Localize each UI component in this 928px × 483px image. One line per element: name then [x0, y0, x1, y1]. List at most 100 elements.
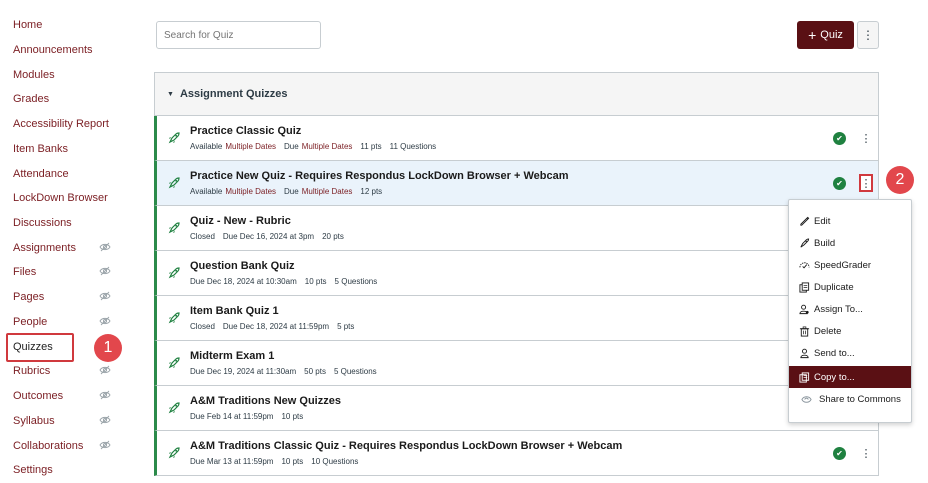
quiz-title-link[interactable]: Midterm Exam 1 [190, 350, 274, 362]
quiz-title-link[interactable]: A&M Traditions New Quizzes [190, 395, 341, 407]
rocket-icon [167, 221, 181, 235]
published-check-icon[interactable]: ✔ [833, 447, 846, 460]
sidebar-item-rubrics[interactable]: Rubrics [13, 361, 121, 381]
sidebar-item-label: Attendance [13, 168, 69, 180]
quiz-meta-text: 10 pts [281, 412, 304, 421]
quiz-title-link[interactable]: A&M Traditions Classic Quiz - Requires R… [190, 440, 622, 452]
quiz-row[interactable]: Quiz - New - Rubric Closed Due Dec 16, 202… [154, 206, 879, 251]
menu-item-share-to-commons[interactable]: Share to Commons [789, 388, 911, 410]
menu-item-edit[interactable]: Edit [789, 210, 911, 232]
sidebar-item-home[interactable]: Home [13, 15, 121, 35]
menu-item-assign-to[interactable]: Assign To... [789, 298, 911, 320]
sidebar-item-grades[interactable]: Grades [13, 89, 121, 109]
menu-item-label: Edit [814, 215, 831, 227]
sidebar-item-label: Syllabus [13, 415, 55, 427]
quiz-meta-date-link[interactable]: Multiple Dates [225, 187, 276, 196]
quiz-title-link[interactable]: Practice New Quiz - Requires Respondus L… [190, 170, 568, 182]
quizzes-options-button[interactable]: ⋮ [857, 21, 879, 49]
sidebar-item-announcements[interactable]: Announcements [13, 40, 121, 60]
quiz-title-link[interactable]: Practice Classic Quiz [190, 125, 301, 137]
published-check-icon[interactable]: ✔ [833, 177, 846, 190]
sidebar-item-label: Announcements [13, 44, 93, 56]
menu-item-label: Assign To... [814, 303, 863, 315]
kebab-icon: ⋮ [860, 447, 872, 460]
add-quiz-label: Quiz [820, 29, 843, 41]
quiz-meta-text: Due [284, 142, 299, 151]
callout-1: 1 [94, 334, 122, 362]
quiz-meta-text: 12 pts [360, 187, 383, 196]
published-check-icon[interactable]: ✔ [833, 132, 846, 145]
menu-item-delete[interactable]: Delete [789, 320, 911, 342]
rocket-icon [167, 356, 181, 370]
sidebar-item-assignments[interactable]: Assignments [13, 238, 121, 258]
copy-icon [799, 371, 810, 383]
quiz-title-link[interactable]: Item Bank Quiz 1 [190, 305, 279, 317]
sidebar-item-label: Collaborations [13, 440, 84, 452]
quiz-title-link[interactable]: Quiz - New - Rubric [190, 215, 291, 227]
assign-user-icon [799, 304, 809, 314]
quiz-row[interactable]: A&M Traditions New Quizzes Due Feb 14 at … [154, 386, 879, 431]
quiz-meta: Available Multiple Dates Due Multiple Dates… [190, 142, 436, 151]
search-input[interactable] [156, 21, 321, 49]
quiz-options-kebab-button[interactable]: ⋮ [859, 129, 873, 147]
hidden-eye-icon [99, 266, 111, 276]
sidebar-item-collaborations[interactable]: Collaborations [13, 436, 121, 456]
sidebar-item-syllabus[interactable]: Syllabus [13, 411, 121, 431]
menu-item-duplicate[interactable]: Duplicate [789, 276, 911, 298]
menu-item-build[interactable]: Build [789, 232, 911, 254]
quiz-meta-date-link[interactable]: Multiple Dates [302, 187, 353, 196]
sidebar-item-discussions[interactable]: Discussions [13, 213, 121, 233]
quiz-meta-text: 50 pts [304, 367, 326, 376]
quiz-meta: Closed Due Dec 16, 2024 at 3pm 20 pts [190, 232, 344, 241]
quiz-row[interactable]: Practice Classic Quiz Available Multiple D… [154, 116, 879, 161]
quiz-meta-text: 10 Questions [311, 457, 359, 466]
sidebar-item-item-banks[interactable]: Item Banks [13, 139, 121, 159]
hidden-eye-icon [99, 291, 111, 301]
quiz-options-kebab-button[interactable]: ⋮ [859, 174, 873, 192]
hidden-eye-icon [99, 415, 111, 425]
quiz-meta-text: 10 pts [304, 277, 327, 286]
sidebar-item-accessibility-report[interactable]: Accessibility Report [13, 114, 121, 134]
quiz-meta-text: Closed [190, 322, 215, 331]
rocket-icon [167, 131, 181, 145]
send-user-icon [800, 348, 809, 358]
sidebar-item-label: Accessibility Report [13, 118, 109, 130]
sidebar-item-pages[interactable]: Pages [13, 287, 121, 307]
hidden-eye-icon [99, 440, 111, 450]
sidebar-item-label: LockDown Browser [13, 192, 108, 204]
sidebar-item-files[interactable]: Files [13, 262, 121, 282]
trash-icon [799, 326, 810, 337]
sidebar-item-lockdown-browser[interactable]: LockDown Browser [13, 188, 121, 208]
quiz-meta: Due Feb 14 at 11:59pm 10 pts [190, 412, 303, 421]
quiz-row[interactable]: A&M Traditions Classic Quiz - Requires R… [154, 431, 879, 476]
add-quiz-button[interactable]: + Quiz [797, 21, 854, 49]
menu-item-copy-to[interactable]: Copy to... [789, 366, 911, 388]
menu-item-label: Duplicate [814, 281, 854, 293]
rocket-icon [167, 401, 181, 415]
quiz-row[interactable]: Question Bank Quiz Due Dec 18, 2024 at 10… [154, 251, 879, 296]
menu-item-speedgrader[interactable]: SpeedGrader [789, 254, 911, 276]
menu-item-send-to[interactable]: Send to... [789, 342, 911, 364]
quizzes-highlight-box [6, 333, 74, 362]
quiz-options-kebab-button[interactable]: ⋮ [859, 444, 873, 462]
sidebar-item-label: Item Banks [13, 143, 69, 155]
quiz-row[interactable]: Midterm Exam 1 Due Dec 19, 2024 at 11:30a… [154, 341, 879, 386]
menu-item-label: Share to Commons [819, 393, 901, 405]
sidebar-item-people[interactable]: People [13, 312, 121, 332]
sidebar-item-settings[interactable]: Settings [13, 460, 121, 480]
assignment-quizzes-group-header[interactable]: ▼ Assignment Quizzes [154, 72, 879, 116]
quiz-meta-text: 10 pts [281, 457, 304, 466]
quiz-title-link[interactable]: Question Bank Quiz [190, 260, 295, 272]
quiz-row[interactable]: Practice New Quiz - Requires Respondus L… [154, 161, 879, 206]
sidebar-item-modules[interactable]: Modules [13, 65, 121, 85]
quiz-meta: Due Dec 19, 2024 at 11:30am 50 pts 5 Quest… [190, 367, 377, 376]
sidebar-item-outcomes[interactable]: Outcomes [13, 386, 121, 406]
quiz-meta-date-link[interactable]: Multiple Dates [302, 142, 353, 151]
quiz-row[interactable]: Item Bank Quiz 1 Closed Due Dec 18, 2024 a… [154, 296, 879, 341]
rocket-icon [167, 446, 181, 460]
sidebar-item-attendance[interactable]: Attendance [13, 164, 121, 184]
sidebar-item-label: Home [13, 19, 43, 31]
quiz-meta-date-link[interactable]: Multiple Dates [225, 142, 276, 151]
rocket-icon [167, 266, 181, 280]
menu-item-label: Build [814, 237, 836, 249]
